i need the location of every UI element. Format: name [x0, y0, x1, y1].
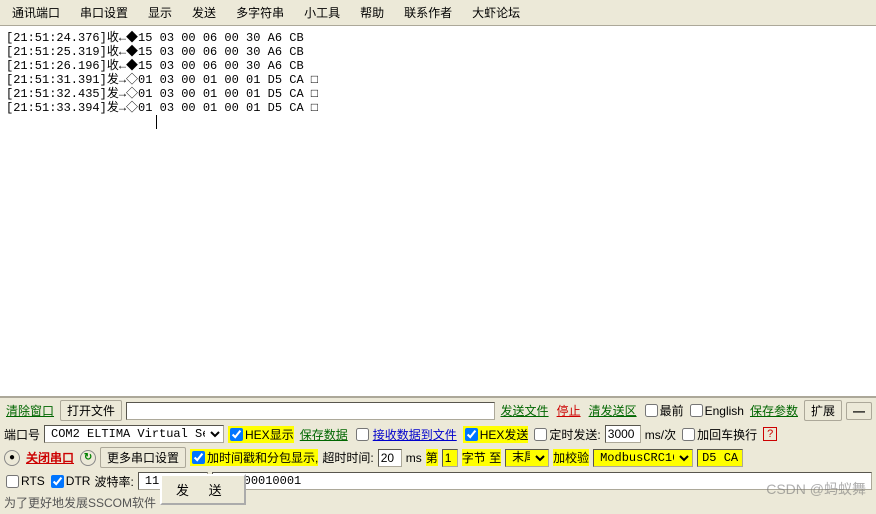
timed-send-checkbox[interactable]: 定时发送: [532, 426, 600, 443]
timeout-input[interactable] [378, 449, 402, 467]
minimize-button[interactable]: — [846, 402, 872, 420]
menu-bar: 通讯端口 串口设置 显示 发送 多字符串 小工具 帮助 联系作者 大虾论坛 [0, 0, 876, 26]
menu-item[interactable]: 联系作者 [396, 2, 460, 23]
nth-input[interactable] [442, 449, 458, 467]
menu-item[interactable]: 帮助 [352, 2, 392, 23]
byte-to-label: 字节 至 [462, 449, 501, 466]
menu-item[interactable]: 多字符串 [228, 2, 292, 23]
add-crc-label: 加校验 [553, 449, 589, 466]
watermark: CSDN @蚂蚁舞 [766, 479, 866, 499]
top-checkbox[interactable]: 最前 [643, 402, 684, 419]
english-checkbox[interactable]: English [688, 404, 744, 418]
timed-interval-input[interactable] [605, 425, 641, 443]
cr-append-checkbox[interactable]: 加回车换行 [680, 426, 757, 443]
hex-display-checkbox[interactable]: HEX显示 [228, 426, 294, 443]
port-select[interactable]: COM2 ELTIMA Virtual Serial [44, 425, 224, 443]
hex-send-checkbox[interactable]: HEX发送 [463, 426, 529, 443]
menu-item[interactable]: 显示 [140, 2, 180, 23]
promo-text: 为了更好地发展SSCOM软件 [4, 494, 156, 511]
help-icon[interactable]: ? [763, 427, 777, 441]
end-select[interactable]: 末尾 [505, 449, 549, 467]
clear-window-button[interactable]: 清除窗口 [4, 402, 56, 419]
stop-button[interactable]: 停止 [555, 402, 583, 419]
crc-type-select[interactable]: ModbusCRC16 [593, 449, 693, 467]
timestamp-checkbox[interactable]: 加时间戳和分包显示, [190, 449, 318, 466]
timeout-label: 超时时间: [322, 449, 373, 466]
timed-unit-label: ms/次 [645, 426, 676, 443]
clear-send-button[interactable]: 清发送区 [587, 402, 639, 419]
save-data-button[interactable]: 保存数据 [298, 426, 350, 443]
dtr-checkbox[interactable]: DTR [49, 474, 91, 488]
send-button[interactable]: 发 送 [160, 474, 246, 505]
expand-button[interactable]: 扩展 [804, 400, 842, 421]
crc-value: D5 CA [697, 449, 743, 467]
nth-label: 第 [426, 449, 438, 466]
rts-checkbox[interactable]: RTS [4, 474, 45, 488]
open-file-button[interactable]: 打开文件 [60, 400, 122, 421]
refresh-icon[interactable]: ↻ [80, 450, 96, 466]
port-status-icon: ● [4, 450, 20, 466]
port-label: 端口号 [4, 426, 40, 443]
save-params-button[interactable]: 保存参数 [748, 402, 800, 419]
menu-item[interactable]: 发送 [184, 2, 224, 23]
file-path-input[interactable] [126, 402, 495, 420]
menu-item[interactable]: 大虾论坛 [464, 2, 528, 23]
log-output[interactable]: [21:51:24.376]收←◆15 03 00 06 00 30 A6 CB… [0, 26, 876, 396]
menu-item[interactable]: 小工具 [296, 2, 348, 23]
timeout-unit: ms [406, 451, 422, 465]
more-settings-button[interactable]: 更多串口设置 [100, 447, 186, 468]
send-file-button[interactable]: 发送文件 [499, 402, 551, 419]
recv-to-file-checkbox[interactable]: 接收数据到文件 [354, 426, 459, 443]
menu-item[interactable]: 串口设置 [72, 2, 136, 23]
baud-label: 波特率: [94, 473, 133, 490]
menu-item[interactable]: 通讯端口 [4, 2, 68, 23]
close-port-button[interactable]: 关闭串口 [24, 449, 76, 466]
control-panel: 清除窗口 打开文件 发送文件 停止 清发送区 最前 English 保存参数 扩… [0, 396, 876, 514]
